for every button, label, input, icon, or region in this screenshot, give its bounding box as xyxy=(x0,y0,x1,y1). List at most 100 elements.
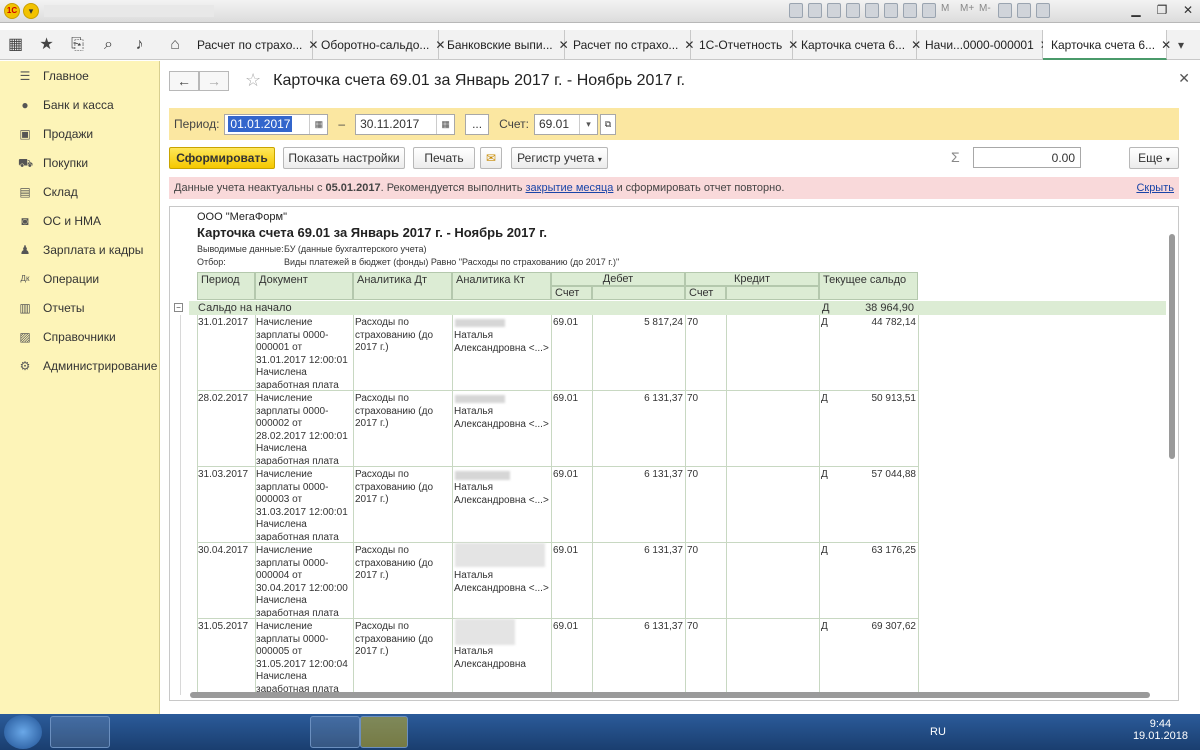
sidebar-item-operations[interactable]: Дк Операции xyxy=(0,265,159,294)
sum-field[interactable]: 0.00 xyxy=(973,147,1081,168)
cell-document[interactable]: Начисление зарплаты 0000-000005 от 31.05… xyxy=(256,621,352,693)
taskbar-network-button[interactable] xyxy=(98,716,148,748)
chevron-down-icon[interactable]: ▾ xyxy=(579,114,597,134)
hide-warning-link[interactable]: Скрыть xyxy=(1136,177,1174,199)
vertical-scroll-thumb[interactable] xyxy=(1169,234,1175,459)
cell-analytics-dt[interactable]: Расходы по страхованию (до 2017 г.) xyxy=(355,393,450,465)
save-icon[interactable] xyxy=(789,3,803,18)
tab-payroll-insurance-1[interactable]: Расчет по страхо... ✕ xyxy=(189,30,318,60)
app-logo-icon[interactable]: 1C xyxy=(4,3,20,19)
language-indicator[interactable]: RU xyxy=(930,726,946,738)
sidebar-item-sales[interactable]: ▣ Продажи xyxy=(0,119,159,148)
tab-account-card-active[interactable]: Карточка счета 6... ✕ xyxy=(1043,30,1171,60)
tab-bank-statements[interactable]: Банковские выпи... ✕ xyxy=(439,30,569,60)
tab-1c-reporting[interactable]: 1С-Отчетность ✕ xyxy=(691,30,798,60)
cell-analytics-kt[interactable]: Наталья Александровна xyxy=(454,646,549,686)
cell-analytics-kt[interactable]: Наталья Александровна <...> xyxy=(454,406,549,456)
clock[interactable]: 9:44 19.01.2018 xyxy=(1133,718,1188,742)
cell-analytics-dt[interactable]: Расходы по страхованию (до 2017 г.) xyxy=(355,469,450,541)
cell-analytics-dt[interactable]: Расходы по страхованию (до 2017 г.) xyxy=(355,317,450,389)
tab-payroll-doc[interactable]: Начи...0000-000001✕ xyxy=(917,30,1050,60)
taskbar-app-button[interactable] xyxy=(258,716,308,748)
search-icon[interactable]: ⌕ xyxy=(93,30,124,60)
cell-date[interactable]: 31.03.2017 xyxy=(198,469,254,482)
cell-credit-account[interactable]: 70 xyxy=(687,469,725,482)
sidebar-item-bank[interactable]: ● Банк и касса xyxy=(0,90,159,119)
generate-button[interactable]: Сформировать xyxy=(169,147,275,169)
cell-debit-account[interactable]: 69.01 xyxy=(553,317,591,330)
calendar-icon[interactable]: ▦ xyxy=(436,114,454,134)
sidebar-item-catalogs[interactable]: ▨ Справочники xyxy=(0,323,159,352)
date-to-value[interactable]: 30.11.2017 xyxy=(356,117,436,131)
register-dropdown[interactable]: Регистр учета ▾ xyxy=(511,147,608,169)
taskbar-folder-button[interactable] xyxy=(360,716,408,748)
info-icon[interactable] xyxy=(1017,3,1031,18)
zoom-icon[interactable] xyxy=(998,3,1012,18)
account-field[interactable]: 69.01 ▾ xyxy=(534,113,598,135)
tab-turnover-balance[interactable]: Оборотно-сальдо... ✕ xyxy=(313,30,445,60)
close-tab-icon[interactable]: ✕ xyxy=(1161,30,1171,58)
cell-balance[interactable]: 44 782,14 xyxy=(830,317,917,330)
cell-debit-sum[interactable]: 6 131,37 xyxy=(594,393,683,406)
bell-icon[interactable]: ♪ xyxy=(124,30,155,60)
compare-icon[interactable] xyxy=(922,3,936,18)
calendar-icon[interactable]: ▦ xyxy=(309,114,327,134)
cell-date[interactable]: 30.04.2017 xyxy=(198,545,254,558)
m-minus-button[interactable]: M- xyxy=(979,3,993,18)
cell-credit-account[interactable]: 70 xyxy=(687,393,725,406)
home-icon[interactable]: ⌂ xyxy=(162,30,188,60)
calendar-icon[interactable] xyxy=(903,3,917,18)
cell-document[interactable]: Начисление зарплаты 0000-000004 от 30.04… xyxy=(256,545,352,617)
cell-analytics-kt[interactable]: Наталья Александровна <...> xyxy=(454,570,549,610)
taskbar-excel-button[interactable] xyxy=(204,716,254,748)
cell-debit-sum[interactable]: 5 817,24 xyxy=(594,317,683,330)
horizontal-scroll-thumb[interactable] xyxy=(190,692,1150,698)
sidebar-item-assets[interactable]: ◙ ОС и НМА xyxy=(0,206,159,235)
cell-date[interactable]: 28.02.2017 xyxy=(198,393,254,406)
apps-grid-icon[interactable]: ▦ xyxy=(0,30,31,60)
cell-debit-sum[interactable]: 6 131,37 xyxy=(594,469,683,482)
period-select-button[interactable]: ... xyxy=(465,113,490,135)
m-button[interactable]: M xyxy=(941,3,955,18)
more-dropdown[interactable]: Еще ▾ xyxy=(1129,147,1179,169)
cell-credit-account[interactable]: 70 xyxy=(687,545,725,558)
tab-account-card-1[interactable]: Карточка счета 6... ✕ xyxy=(793,30,921,60)
cell-document[interactable]: Начисление зарплаты 0000-000001 от 31.01… xyxy=(256,317,352,389)
sidebar-item-payroll[interactable]: ♟ Зарплата и кадры xyxy=(0,236,159,265)
cell-credit-account[interactable]: 70 xyxy=(687,317,725,330)
cell-analytics-dt[interactable]: Расходы по страхованию (до 2017 г.) xyxy=(355,621,450,693)
cell-analytics-dt[interactable]: Расходы по страхованию (до 2017 г.) xyxy=(355,545,450,617)
mail-icon[interactable] xyxy=(846,3,860,18)
taskbar-1c-button[interactable] xyxy=(310,716,360,748)
m-plus-button[interactable]: M+ xyxy=(960,3,974,18)
taskbar-ie-button[interactable] xyxy=(150,716,200,748)
cell-analytics-kt[interactable]: Наталья Александровна <...> xyxy=(454,482,549,532)
cell-credit-account[interactable]: 70 xyxy=(687,621,725,634)
cell-balance[interactable]: 63 176,25 xyxy=(830,545,917,558)
favorites-star-icon[interactable]: ★ xyxy=(31,30,62,60)
sidebar-item-purchases[interactable]: ⛟ Покупки xyxy=(0,148,159,177)
cell-document[interactable]: Начисление зарплаты 0000-000003 от 31.03… xyxy=(256,469,352,541)
close-icon[interactable]: ✕ xyxy=(1180,3,1196,17)
show-settings-button[interactable]: Показать настройки xyxy=(283,147,405,169)
sidebar-item-reports[interactable]: ▥ Отчеты xyxy=(0,294,159,323)
cell-analytics-kt[interactable]: Наталья Александровна <...> xyxy=(454,330,549,380)
account-value[interactable]: 69.01 xyxy=(535,117,579,131)
report-spreadsheet[interactable]: ООО "МегаФорм" Карточка счета 69.01 за Я… xyxy=(169,206,1179,701)
cell-balance[interactable]: 69 307,62 xyxy=(830,621,917,634)
print-icon[interactable] xyxy=(808,3,822,18)
favorite-star-icon[interactable]: ☆ xyxy=(245,70,261,91)
cell-date[interactable]: 31.01.2017 xyxy=(198,317,254,330)
mail-icon[interactable]: ✉ xyxy=(480,147,502,169)
back-button[interactable]: ← xyxy=(169,70,199,91)
cell-debit-sum[interactable]: 6 131,37 xyxy=(594,545,683,558)
sidebar-item-admin[interactable]: ⚙ Администрирование xyxy=(0,352,159,381)
open-account-icon[interactable]: ⧉ xyxy=(600,113,616,135)
preview-icon[interactable] xyxy=(827,3,841,18)
date-to-field[interactable]: 30.11.2017 ▦ xyxy=(355,113,456,135)
cell-balance[interactable]: 57 044,88 xyxy=(830,469,917,482)
forward-button[interactable]: → xyxy=(199,70,229,91)
start-button[interactable] xyxy=(4,715,42,749)
maximize-icon[interactable]: ❐ xyxy=(1154,3,1170,17)
cell-document[interactable]: Начисление зарплаты 0000-000002 от 28.02… xyxy=(256,393,352,465)
